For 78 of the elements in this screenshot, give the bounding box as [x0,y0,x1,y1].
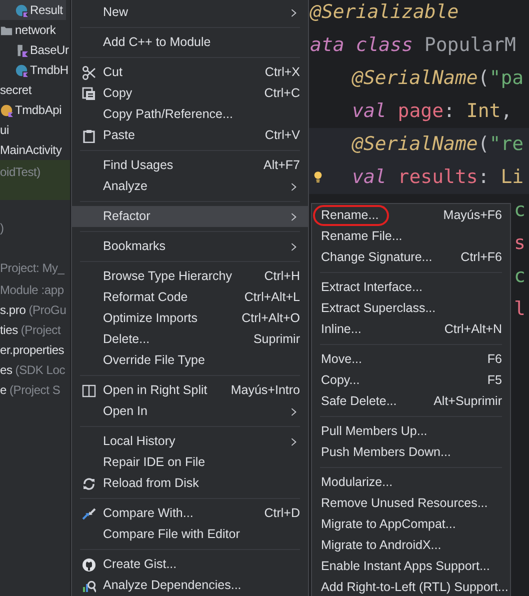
tree-item[interactable]: ties (Project [0,320,70,340]
menu-item[interactable]: Compare With... Ctrl+D [72,503,308,524]
menu-item[interactable]: Delete... Suprimir [72,329,308,350]
tree-item[interactable]: e (Project S [0,380,70,400]
code-line: l [513,297,526,322]
tree-item[interactable]: ui [0,120,70,140]
menu-item[interactable]: Migrate to AndroidX... [312,535,510,556]
reload-icon [82,476,96,490]
scissors-icon [82,66,96,80]
compare-arrows-icon [82,506,96,520]
menu-item[interactable]: Cut Ctrl+X [72,62,308,83]
copy-icon [82,86,96,100]
menu-item[interactable]: Analyze Dependencies... [72,575,308,596]
tree-item[interactable]: BaseUr [0,40,70,60]
tree-item[interactable]: s.pro (ProGu [0,300,70,320]
menu-item[interactable]: Open In [72,401,308,422]
menu-item[interactable]: Pull Members Up... [312,421,510,442]
menu-item[interactable]: Find Usages Alt+F7 [72,155,308,176]
menu-item[interactable]: Add Right-to-Left (RTL) Support... [312,577,510,596]
menu-item[interactable]: Remove Unused Resources... [312,493,510,514]
menu-item[interactable]: Copy... F5 [312,370,510,391]
menu-item[interactable]: Migrate to AppCompat... [312,514,510,535]
menu-item[interactable]: Modularize... [312,472,510,493]
menu-item[interactable]: Optimize Imports Ctrl+Alt+O [72,308,308,329]
code-line: val page: Int, [351,99,514,124]
tree-item[interactable]: Result [0,0,66,20]
tree-item[interactable]: er.properties [0,340,70,360]
github-icon [82,558,96,572]
tree-item[interactable]: secret [0,80,70,100]
menu-item[interactable]: Repair IDE on File [72,452,308,473]
menu-item[interactable]: Extract Interface... [312,277,510,298]
menu-item[interactable]: Enable Instant Apps Support... [312,556,510,577]
menu-item[interactable]: Override File Type [72,350,308,371]
menu-item[interactable]: Copy Path/Reference... [72,104,308,125]
tree-item[interactable]: Module :app [0,280,70,300]
tree-item[interactable]: Project: My_ [0,240,70,280]
tree-item[interactable]: es (SDK Loc [0,360,70,380]
file-icon [15,44,28,56]
menu-item[interactable]: Analyze [72,176,308,197]
tree-item[interactable]: TmdbH [0,60,70,80]
tree-item[interactable]: network [0,20,70,40]
menu-item[interactable]: Paste Ctrl+V [72,125,308,146]
code-line: @Serializable [309,0,460,26]
menu-item[interactable]: Create Gist... [72,554,308,575]
menu-item[interactable]: Extract Superclass... [312,298,510,319]
code-line: c [513,198,526,224]
menu-item[interactable]: Compare File with Editor [72,524,308,545]
menu-item[interactable]: Reload from Disk [72,473,308,494]
class-icon [15,4,28,16]
menu-item[interactable]: Change Signature... Ctrl+F6 [312,247,510,268]
menu-item[interactable]: Browse Type Hierarchy Ctrl+H [72,266,308,287]
split-view-icon [82,384,96,398]
menu-item[interactable]: Safe Delete... Alt+Suprimir [312,391,510,412]
code-line: @SerialName("pa [350,66,525,92]
menu-item[interactable]: Refactor [72,206,308,227]
lightbulb-icon [312,169,324,185]
menu-item[interactable]: Local History [72,431,308,452]
menu-item[interactable]: Push Members Down... [312,442,510,463]
menu-item[interactable]: Rename... Mayús+F6 [312,205,510,226]
menu-item[interactable]: Bookmarks [72,236,308,257]
code-line: ata class PopularM [309,33,517,58]
menu-item[interactable]: Copy Ctrl+C [72,83,308,104]
menu-item[interactable]: Add C++ to Module [72,32,308,53]
menu-item[interactable]: Inline... Ctrl+Alt+N [312,319,510,340]
class-icon [15,64,28,76]
menu-item[interactable]: Open in Right Split Mayús+Intro [72,380,308,401]
code-line: c [513,264,526,290]
menu-item[interactable]: Move... F6 [312,349,510,370]
dependency-analysis-icon [82,578,96,592]
tree-item[interactable]: MainActivity [0,140,70,160]
menu-item[interactable]: Rename File... [312,226,510,247]
clipboard-icon [82,128,96,142]
tree-item[interactable]: TmdbApi [0,100,70,120]
object-icon [0,104,13,116]
menu-item[interactable]: New [72,2,308,23]
code-line: s [513,231,526,256]
tree-item[interactable]: ) [0,200,70,240]
menu-item[interactable]: Reformat Code Ctrl+Alt+L [72,287,308,308]
